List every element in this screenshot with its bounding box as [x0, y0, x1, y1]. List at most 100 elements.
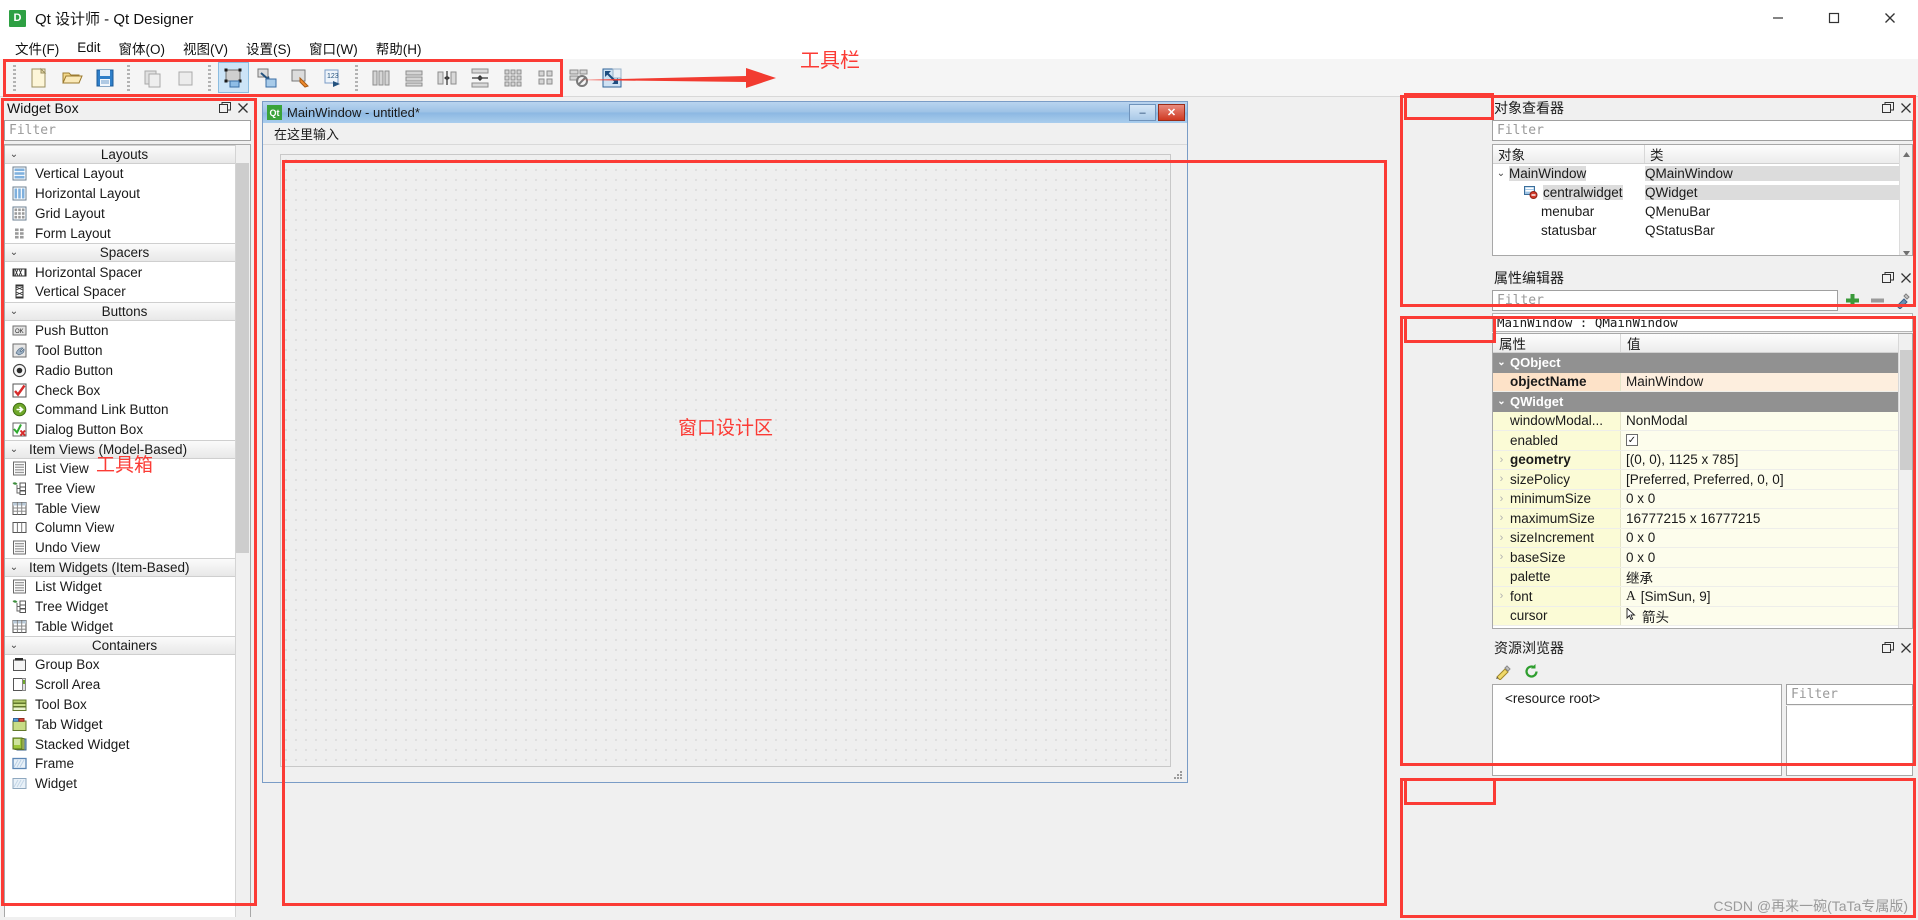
widget-item-vertical-spacer[interactable]: Vertical Spacer — [5, 282, 244, 302]
property-scroll-thumb[interactable] — [1900, 350, 1912, 470]
widget-item-widget[interactable]: Widget — [5, 774, 244, 794]
form-canvas[interactable]: 窗口设计区 — [280, 154, 1171, 767]
layout-vertically-icon[interactable] — [398, 62, 429, 93]
widget-item-grid-layout[interactable]: Grid Layout — [5, 204, 244, 224]
property-row-cursor[interactable]: cursor 箭头 — [1493, 606, 1912, 626]
new-form-icon[interactable] — [23, 62, 54, 93]
widget-item-tool-box[interactable]: Tool Box — [5, 695, 244, 715]
float-icon[interactable] — [216, 99, 234, 117]
widget-box-list[interactable]: ⌄ Layouts Vertical Layout Horizontal Lay… — [4, 144, 251, 920]
property-value[interactable]: NonModal — [1621, 411, 1912, 430]
float-icon[interactable] — [1879, 639, 1897, 657]
widget-item-vertical-layout[interactable]: Vertical Layout — [5, 164, 244, 184]
close-icon[interactable] — [1897, 639, 1915, 657]
add-property-button[interactable] — [1841, 290, 1863, 311]
property-row-enabled[interactable]: enabled ✓ — [1493, 431, 1912, 451]
widget-item-tree-view[interactable]: Tree View — [5, 478, 244, 498]
object-tree-scrollbar[interactable] — [1899, 145, 1912, 255]
widget-item-undo-view[interactable]: Undo View — [5, 538, 244, 558]
configure-property-button[interactable] — [1891, 290, 1913, 311]
menu-form[interactable]: 窗体(O) — [110, 35, 175, 61]
widget-item-tab-widget[interactable]: Tab Widget — [5, 714, 244, 734]
widget-item-tool-button[interactable]: Tool Button — [5, 341, 244, 361]
property-value[interactable]: 0 x 0 — [1621, 489, 1912, 508]
property-row-palette[interactable]: palette 继承 — [1493, 567, 1912, 587]
remove-property-button[interactable] — [1866, 290, 1888, 311]
resource-preview-pane[interactable] — [1786, 706, 1913, 776]
cut-copy-icon[interactable] — [137, 62, 168, 93]
expand-arrow-icon[interactable]: › — [1493, 473, 1510, 485]
expand-arrow-icon[interactable]: › — [1493, 493, 1510, 505]
edit-tab-order-icon[interactable]: 123 — [317, 62, 348, 93]
widget-item-frame[interactable]: Frame — [5, 754, 244, 774]
layout-in-splitter-vertical-icon[interactable] — [464, 62, 495, 93]
float-icon[interactable] — [1879, 99, 1897, 117]
open-form-icon[interactable] — [56, 62, 87, 93]
scroll-up-arrow-icon[interactable] — [1902, 147, 1911, 157]
scroll-down-arrow-icon[interactable] — [1902, 245, 1911, 255]
expand-arrow-icon[interactable]: › — [1493, 454, 1510, 466]
maximize-button[interactable] — [1806, 0, 1862, 36]
widget-item-column-view[interactable]: Column View — [5, 518, 244, 538]
menu-edit[interactable]: Edit — [68, 37, 109, 58]
pencil-icon[interactable] — [1492, 661, 1514, 682]
property-row-basesize[interactable]: › baseSize 0 x 0 — [1493, 548, 1912, 568]
property-row-maximumsize[interactable]: › maximumSize 16777215 x 16777215 — [1493, 509, 1912, 529]
object-row-menubar[interactable]: menubar QMenuBar — [1493, 202, 1912, 221]
property-value[interactable]: MainWindow — [1621, 372, 1912, 391]
float-icon[interactable] — [1879, 269, 1897, 287]
property-group-qwidget[interactable]: ⌄ QWidget — [1493, 392, 1912, 412]
layout-horizontally-icon[interactable] — [365, 62, 396, 93]
minimize-button[interactable] — [1750, 0, 1806, 36]
form-menu-bar[interactable]: 在这里输入 — [263, 123, 1187, 145]
menu-file[interactable]: 文件(F) — [6, 35, 68, 61]
size-grip-icon[interactable] — [1172, 769, 1184, 781]
widget-item-horizontal-layout[interactable]: Horizontal Layout — [5, 184, 244, 204]
widget-item-tree-widget[interactable]: Tree Widget — [5, 596, 244, 616]
widget-item-form-layout[interactable]: Form Layout — [5, 223, 244, 243]
resource-tree[interactable]: <resource root> — [1492, 684, 1782, 776]
widget-item-group-box[interactable]: Group Box — [5, 655, 244, 675]
property-row-sizeincrement[interactable]: › sizeIncrement 0 x 0 — [1493, 528, 1912, 548]
property-table-scrollbar[interactable] — [1898, 334, 1912, 628]
enabled-checkbox[interactable]: ✓ — [1626, 434, 1638, 447]
widget-box-group-item-widgets[interactable]: ⌄ Item Widgets (Item-Based) — [5, 557, 244, 577]
property-table[interactable]: 属性 值 ⌄ QObject objectName MainWindow ⌄ Q… — [1492, 333, 1913, 629]
widget-item-list-widget[interactable]: List Widget — [5, 577, 244, 597]
property-value[interactable]: 16777215 x 16777215 — [1621, 509, 1912, 528]
close-icon[interactable] — [234, 99, 252, 117]
property-value[interactable]: [Preferred, Preferred, 0, 0] — [1621, 470, 1912, 489]
expand-arrow-icon[interactable]: › — [1493, 590, 1510, 602]
edit-widgets-icon[interactable] — [218, 62, 249, 93]
paste-icon[interactable] — [170, 62, 201, 93]
widget-box-filter-input[interactable]: Filter — [4, 120, 251, 141]
edit-signals-slots-icon[interactable] — [251, 62, 282, 93]
property-row-font[interactable]: › font A [SimSun, 9] — [1493, 587, 1912, 607]
close-icon[interactable] — [1897, 269, 1915, 287]
chevron-down-icon[interactable]: ⌄ — [1493, 168, 1509, 179]
form-minimize-button[interactable]: – — [1129, 104, 1156, 121]
edit-buddies-icon[interactable] — [284, 62, 315, 93]
property-row-geometry[interactable]: › geometry [(0, 0), 1125 x 785] — [1493, 450, 1912, 470]
widget-item-dialog-button-box[interactable]: Dialog Button Box — [5, 420, 244, 440]
expand-arrow-icon[interactable]: › — [1493, 512, 1510, 524]
property-value[interactable]: [SimSun, 9] — [1641, 589, 1711, 604]
menu-settings[interactable]: 设置(S) — [237, 35, 300, 61]
property-value[interactable]: 箭头 — [1642, 606, 1669, 626]
widget-box-scroll-thumb[interactable] — [236, 163, 249, 553]
property-value[interactable]: 0 x 0 — [1621, 528, 1912, 547]
form-menu-placeholder[interactable]: 在这里输入 — [268, 122, 345, 145]
object-row-statusbar[interactable]: statusbar QStatusBar — [1493, 221, 1912, 240]
layout-in-grid-icon[interactable] — [497, 62, 528, 93]
widget-box-group-layouts[interactable]: ⌄ Layouts — [5, 145, 244, 164]
property-row-windowmodality[interactable]: windowModal... NonModal — [1493, 411, 1912, 431]
property-filter-input[interactable]: Filter — [1492, 290, 1838, 311]
save-form-icon[interactable] — [89, 62, 120, 93]
property-row-sizepolicy[interactable]: › sizePolicy [Preferred, Preferred, 0, 0] — [1493, 470, 1912, 490]
expand-arrow-icon[interactable]: › — [1493, 532, 1510, 544]
property-value[interactable]: 0 x 0 — [1621, 548, 1912, 567]
close-icon[interactable] — [1897, 99, 1915, 117]
widget-item-table-widget[interactable]: Table Widget — [5, 616, 244, 636]
object-row-centralwidget[interactable]: centralwidget QWidget — [1493, 183, 1912, 202]
expand-arrow-icon[interactable]: › — [1493, 551, 1510, 563]
